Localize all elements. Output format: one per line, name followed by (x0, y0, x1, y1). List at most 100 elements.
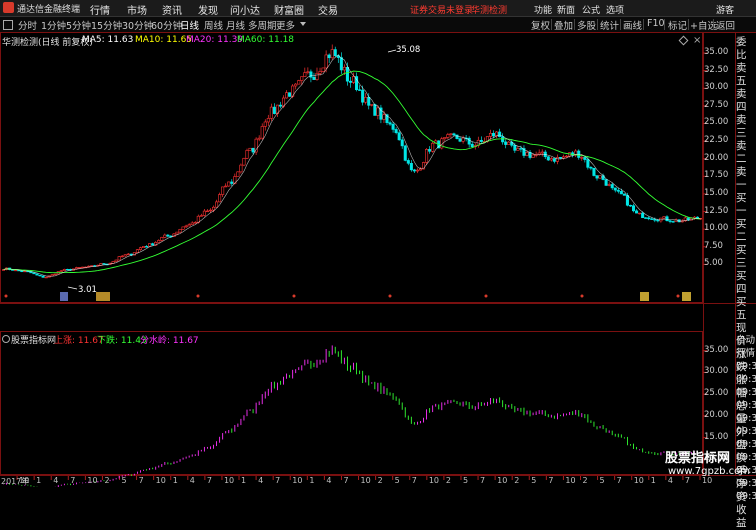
event-flag-icon[interactable] (96, 292, 110, 301)
candle-body (491, 133, 496, 137)
candle-body (41, 275, 45, 278)
ytick-label: 10.00 (704, 223, 729, 234)
candle-body (598, 175, 602, 179)
candle-body (20, 270, 24, 273)
xaxis-label: 10 (223, 476, 235, 485)
candle-body (114, 259, 118, 262)
ytick-label: 35.00 (704, 47, 729, 58)
candle-body (431, 142, 435, 152)
side-label: 卖三 (736, 114, 747, 139)
ma5-line (3, 54, 701, 277)
watermark-title: 股票指标网 (665, 451, 731, 466)
xaxis-label: 10 (428, 476, 440, 485)
candle-body (126, 253, 130, 256)
side-label: 委比 (736, 36, 747, 61)
candle-body (190, 222, 194, 225)
candle-body (638, 212, 642, 215)
candle-body (364, 96, 368, 103)
xaxis-label: 10 (19, 476, 30, 485)
candle-body (239, 164, 243, 173)
xaxis-label: 4 (667, 476, 673, 485)
candle-body (488, 133, 493, 137)
candle-body (479, 139, 483, 142)
candle-body (613, 187, 617, 191)
candle-body (157, 240, 161, 243)
candle-body (513, 145, 517, 151)
candle-body (44, 276, 48, 279)
side-label: 09:30 (736, 478, 756, 489)
candle-body (461, 137, 465, 142)
candle-body (409, 163, 413, 171)
xaxis-label: 7 (684, 476, 691, 485)
xaxis-label: 10 (87, 476, 98, 485)
candle-body (415, 169, 419, 172)
candle-body (245, 150, 249, 159)
candle-body (546, 156, 550, 161)
ytick-label: 25.00 (704, 117, 729, 128)
ytick-label: 32.50 (704, 64, 729, 75)
candle-body (458, 138, 462, 142)
xaxis-label: 10 (292, 476, 303, 485)
candle-body (586, 159, 590, 168)
candle-body (449, 133, 453, 135)
ytick-label: 22.50 (704, 135, 729, 146)
xaxis-label: 7 (138, 476, 144, 485)
candle-body (38, 274, 42, 277)
candle-body (519, 148, 523, 150)
candle-body (342, 66, 346, 71)
candle-body (531, 154, 535, 158)
candle-body (303, 72, 307, 77)
candle-body (208, 209, 212, 212)
ytick-label: 15.00 (704, 187, 729, 198)
ytick-label: 30.00 (704, 366, 729, 377)
candle-body (266, 118, 270, 123)
xaxis-label: 7 (616, 476, 622, 485)
candle-body (619, 191, 623, 195)
candle-body (294, 83, 298, 87)
candle-body (641, 212, 645, 219)
side-label: 09:30 (736, 374, 756, 385)
candle-body (549, 158, 553, 161)
candle-body (285, 92, 289, 99)
candle-body (610, 184, 614, 189)
candle-body (263, 121, 267, 127)
watermark-url: www.7gpzb.com (668, 466, 750, 477)
candle-body (178, 228, 182, 233)
candle-body (443, 137, 447, 140)
candle-body (558, 157, 563, 159)
candle-body (175, 231, 179, 235)
candle-body (406, 160, 410, 164)
candle-body (555, 157, 559, 162)
candle-body (501, 136, 505, 143)
xaxis-label: 5 (599, 476, 605, 485)
candle-body (65, 268, 69, 271)
candle-body (583, 157, 587, 160)
candle-body (635, 210, 639, 214)
candle-body (269, 106, 273, 119)
candle-body (516, 148, 520, 151)
event-dot (4, 294, 8, 298)
kline-chart[interactable] (0, 0, 756, 487)
side-label: 卖二 (736, 140, 747, 165)
event-flag-icon[interactable] (60, 292, 68, 301)
candle-body (187, 224, 191, 227)
candle-body (297, 80, 301, 85)
xaxis-label: 2 (377, 476, 383, 485)
xaxis-label: 2 (514, 476, 520, 485)
xaxis-label: 10 (702, 476, 713, 485)
candle-body (224, 185, 228, 188)
side-label: 行情 (736, 348, 756, 359)
candle-body (446, 134, 450, 138)
event-flag-icon[interactable] (682, 292, 691, 301)
candle-body (348, 80, 353, 83)
candle-body (625, 195, 629, 206)
candle-body (288, 92, 292, 97)
event-dot (580, 294, 584, 298)
xaxis-label: 1 (650, 476, 656, 485)
candle-body (324, 54, 328, 69)
candle-body (504, 141, 508, 145)
event-flag-icon[interactable] (640, 292, 649, 301)
side-label: 买四 (736, 270, 747, 295)
candle-body (184, 225, 188, 228)
candle-body (452, 133, 456, 136)
